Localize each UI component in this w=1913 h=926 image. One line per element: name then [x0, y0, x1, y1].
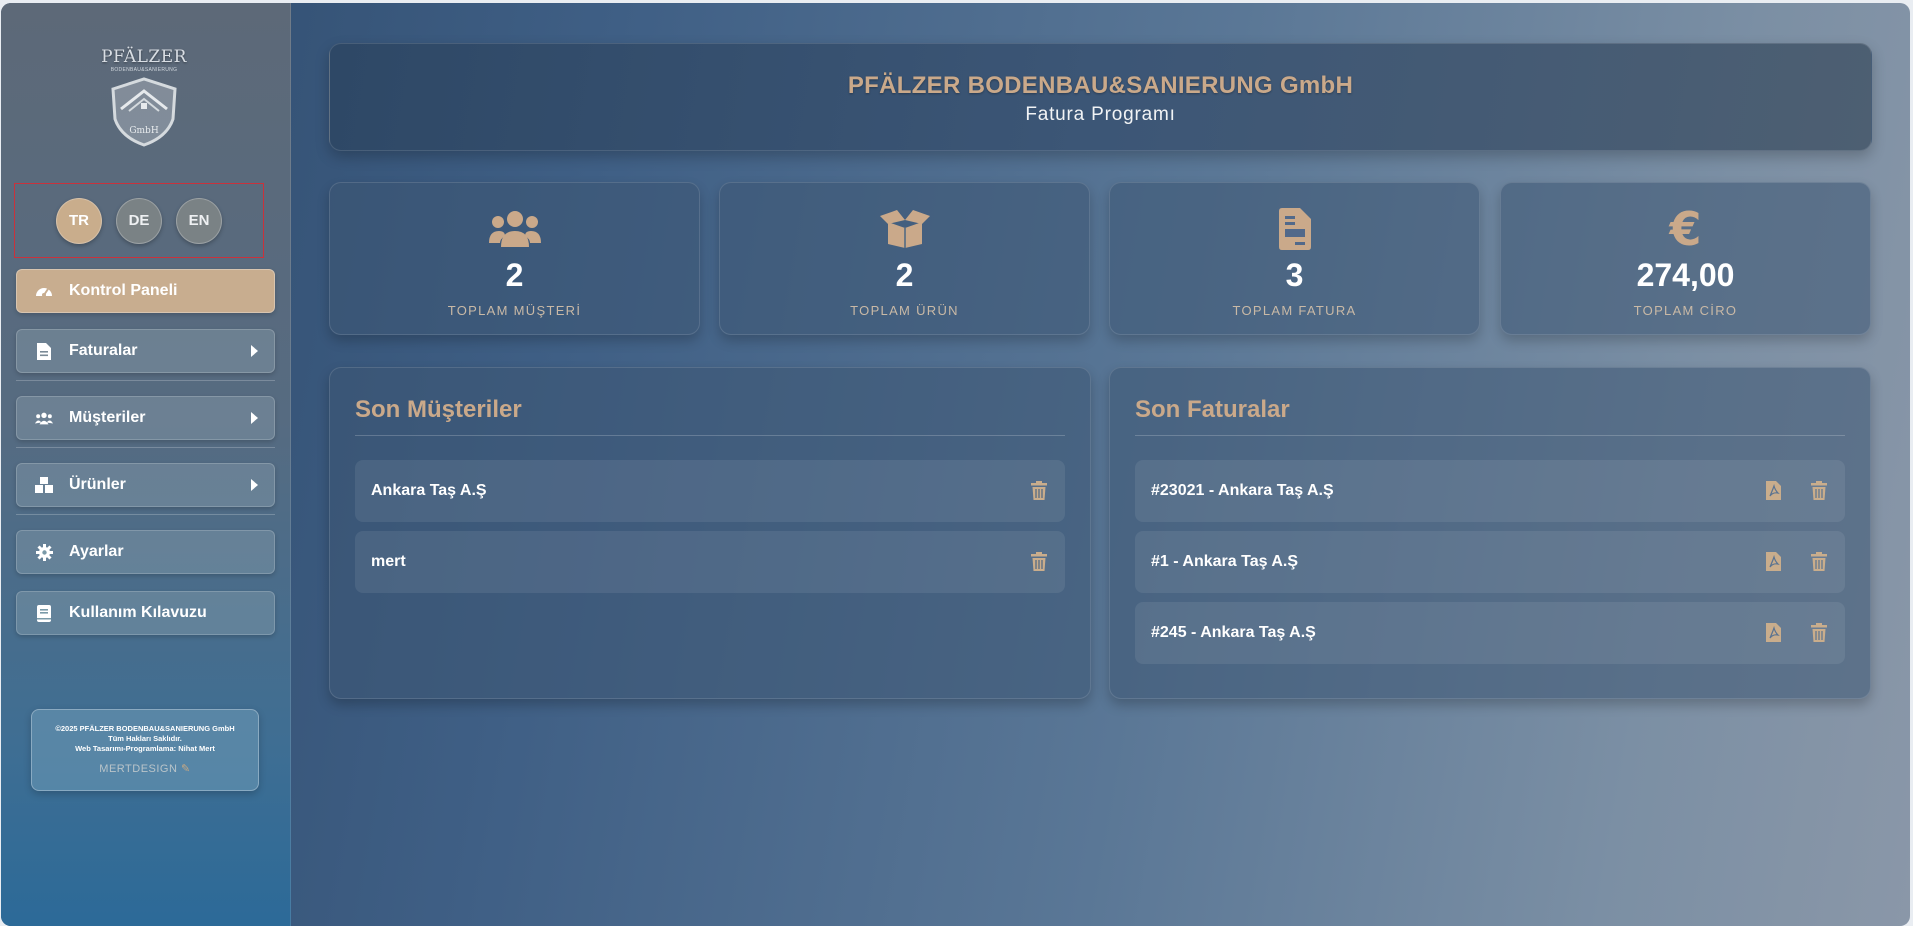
sidebar-item-label: Ürünler: [69, 476, 126, 493]
gear-icon: [35, 543, 53, 561]
sidebar-item-label: Kontrol Paneli: [69, 282, 178, 299]
stat-card-invoices: 3 TOPLAM FATURA: [1109, 182, 1480, 335]
trash-icon[interactable]: [1809, 621, 1829, 643]
app-subtitle: Fatura Programı: [1025, 104, 1176, 125]
users-icon: [35, 409, 53, 427]
pdf-icon[interactable]: [1763, 479, 1783, 501]
copyright-card: ©2025 PFÄLZER BODENBAU&SANIERUNG GmbH Tü…: [31, 709, 259, 791]
stat-label: TOPLAM CİRO: [1633, 303, 1738, 318]
sidebar-divider: [16, 447, 275, 448]
stat-label: TOPLAM FATURA: [1232, 303, 1357, 318]
invoice-icon: [35, 342, 53, 360]
stat-label: TOPLAM MÜŞTERİ: [447, 303, 582, 318]
boxes-icon: [35, 476, 53, 494]
app-window: PFÄLZER BODENBAU&SANIERUNG GmbH TR DE EN…: [1, 3, 1910, 926]
sidebar: PFÄLZER BODENBAU&SANIERUNG GmbH TR DE EN…: [1, 3, 291, 926]
invoice-label: #245 - Ankara Taş A.Ş: [1151, 624, 1316, 641]
sidebar-item-customers[interactable]: Müşteriler: [16, 396, 275, 440]
stat-card-customers: 2 TOPLAM MÜŞTERİ: [329, 182, 700, 335]
trash-icon[interactable]: [1029, 479, 1049, 501]
logo-subtext: BODENBAU&SANIERUNG: [110, 67, 178, 73]
stat-value: 2: [895, 257, 914, 293]
invoice-row[interactable]: #23021 - Ankara Taş A.Ş: [1135, 460, 1845, 522]
language-button-tr[interactable]: TR: [56, 197, 102, 244]
invoice-label: #23021 - Ankara Taş A.Ş: [1151, 482, 1334, 499]
company-logo[interactable]: PFÄLZER BODENBAU&SANIERUNG GmbH: [98, 47, 190, 155]
invoice-icon: [1110, 205, 1479, 253]
panel-divider: [1135, 435, 1845, 436]
trash-icon[interactable]: [1809, 479, 1829, 501]
caret-right-icon: [251, 345, 258, 357]
stat-value: 2: [505, 257, 524, 293]
trash-icon[interactable]: [1029, 550, 1049, 572]
pdf-icon[interactable]: [1763, 621, 1783, 643]
book-icon: [35, 604, 53, 622]
customer-name: mert: [371, 553, 406, 570]
svg-text:GmbH: GmbH: [129, 126, 158, 136]
customer-row[interactable]: Ankara Taş A.Ş: [355, 460, 1065, 522]
copyright-text: ©2025 PFÄLZER BODENBAU&SANIERUNG GmbH: [55, 724, 235, 733]
designer-brand-logo[interactable]: MERTDESIGN ✎: [32, 762, 258, 775]
caret-right-icon: [251, 412, 258, 424]
sidebar-item-settings[interactable]: Ayarlar: [16, 530, 275, 574]
sidebar-item-label: Müşteriler: [69, 409, 146, 426]
stat-card-revenue: € 274,00 TOPLAM CİRO: [1500, 182, 1871, 335]
pdf-icon[interactable]: [1763, 550, 1783, 572]
sidebar-divider: [16, 380, 275, 381]
stat-label: TOPLAM ÜRÜN: [850, 303, 959, 318]
sidebar-item-products[interactable]: Ürünler: [16, 463, 275, 507]
logo-text: PFÄLZER: [101, 47, 187, 67]
sidebar-item-label: Kullanım Kılavuzu: [69, 604, 207, 621]
invoice-label: #1 - Ankara Taş A.Ş: [1151, 553, 1299, 570]
customer-name: Ankara Taş A.Ş: [371, 482, 487, 499]
stat-value: 3: [1285, 257, 1304, 293]
euro-icon: €: [1669, 202, 1702, 256]
sidebar-item-label: Faturalar: [69, 342, 138, 359]
shield-house-icon: GmbH: [111, 77, 177, 147]
panel-divider: [355, 435, 1065, 436]
invoice-row[interactable]: #245 - Ankara Taş A.Ş: [1135, 602, 1845, 664]
stat-value: 274,00: [1636, 257, 1735, 293]
sidebar-divider: [16, 514, 275, 515]
invoice-row[interactable]: #1 - Ankara Taş A.Ş: [1135, 531, 1845, 593]
language-selector: TR DE EN: [14, 183, 264, 258]
caret-right-icon: [251, 479, 258, 491]
trash-icon[interactable]: [1809, 550, 1829, 572]
designer-brand-text: MERTDESIGN: [99, 763, 178, 775]
panel-title: Son Müşteriler: [355, 396, 522, 423]
recent-invoices-panel: Son Faturalar #23021 - Ankara Taş A.Ş #1…: [1109, 367, 1871, 699]
sidebar-item-dashboard[interactable]: Kontrol Paneli: [16, 269, 275, 313]
sidebar-item-invoices[interactable]: Faturalar: [16, 329, 275, 373]
dashboard-icon: [35, 282, 53, 300]
language-button-en[interactable]: EN: [176, 197, 222, 244]
sidebar-item-label: Ayarlar: [69, 543, 124, 560]
sidebar-item-user-guide[interactable]: Kullanım Kılavuzu: [16, 591, 275, 635]
stat-card-products: 2 TOPLAM ÜRÜN: [719, 182, 1090, 335]
language-button-de[interactable]: DE: [116, 197, 162, 244]
company-title: PFÄLZER BODENBAU&SANIERUNG GmbH: [847, 72, 1354, 99]
box-open-icon: [720, 205, 1089, 253]
page-header: PFÄLZER BODENBAU&SANIERUNG GmbH Fatura P…: [329, 43, 1872, 151]
users-icon: [330, 205, 699, 253]
recent-customers-panel: Son Müşteriler Ankara Taş A.Ş mert: [329, 367, 1091, 699]
credits-text: Web Tasarımı-Programlama: Nihat Mert: [75, 744, 215, 753]
customer-row[interactable]: mert: [355, 531, 1065, 593]
rights-text: Tüm Hakları Saklıdır.: [108, 734, 182, 743]
panel-title: Son Faturalar: [1135, 396, 1290, 423]
